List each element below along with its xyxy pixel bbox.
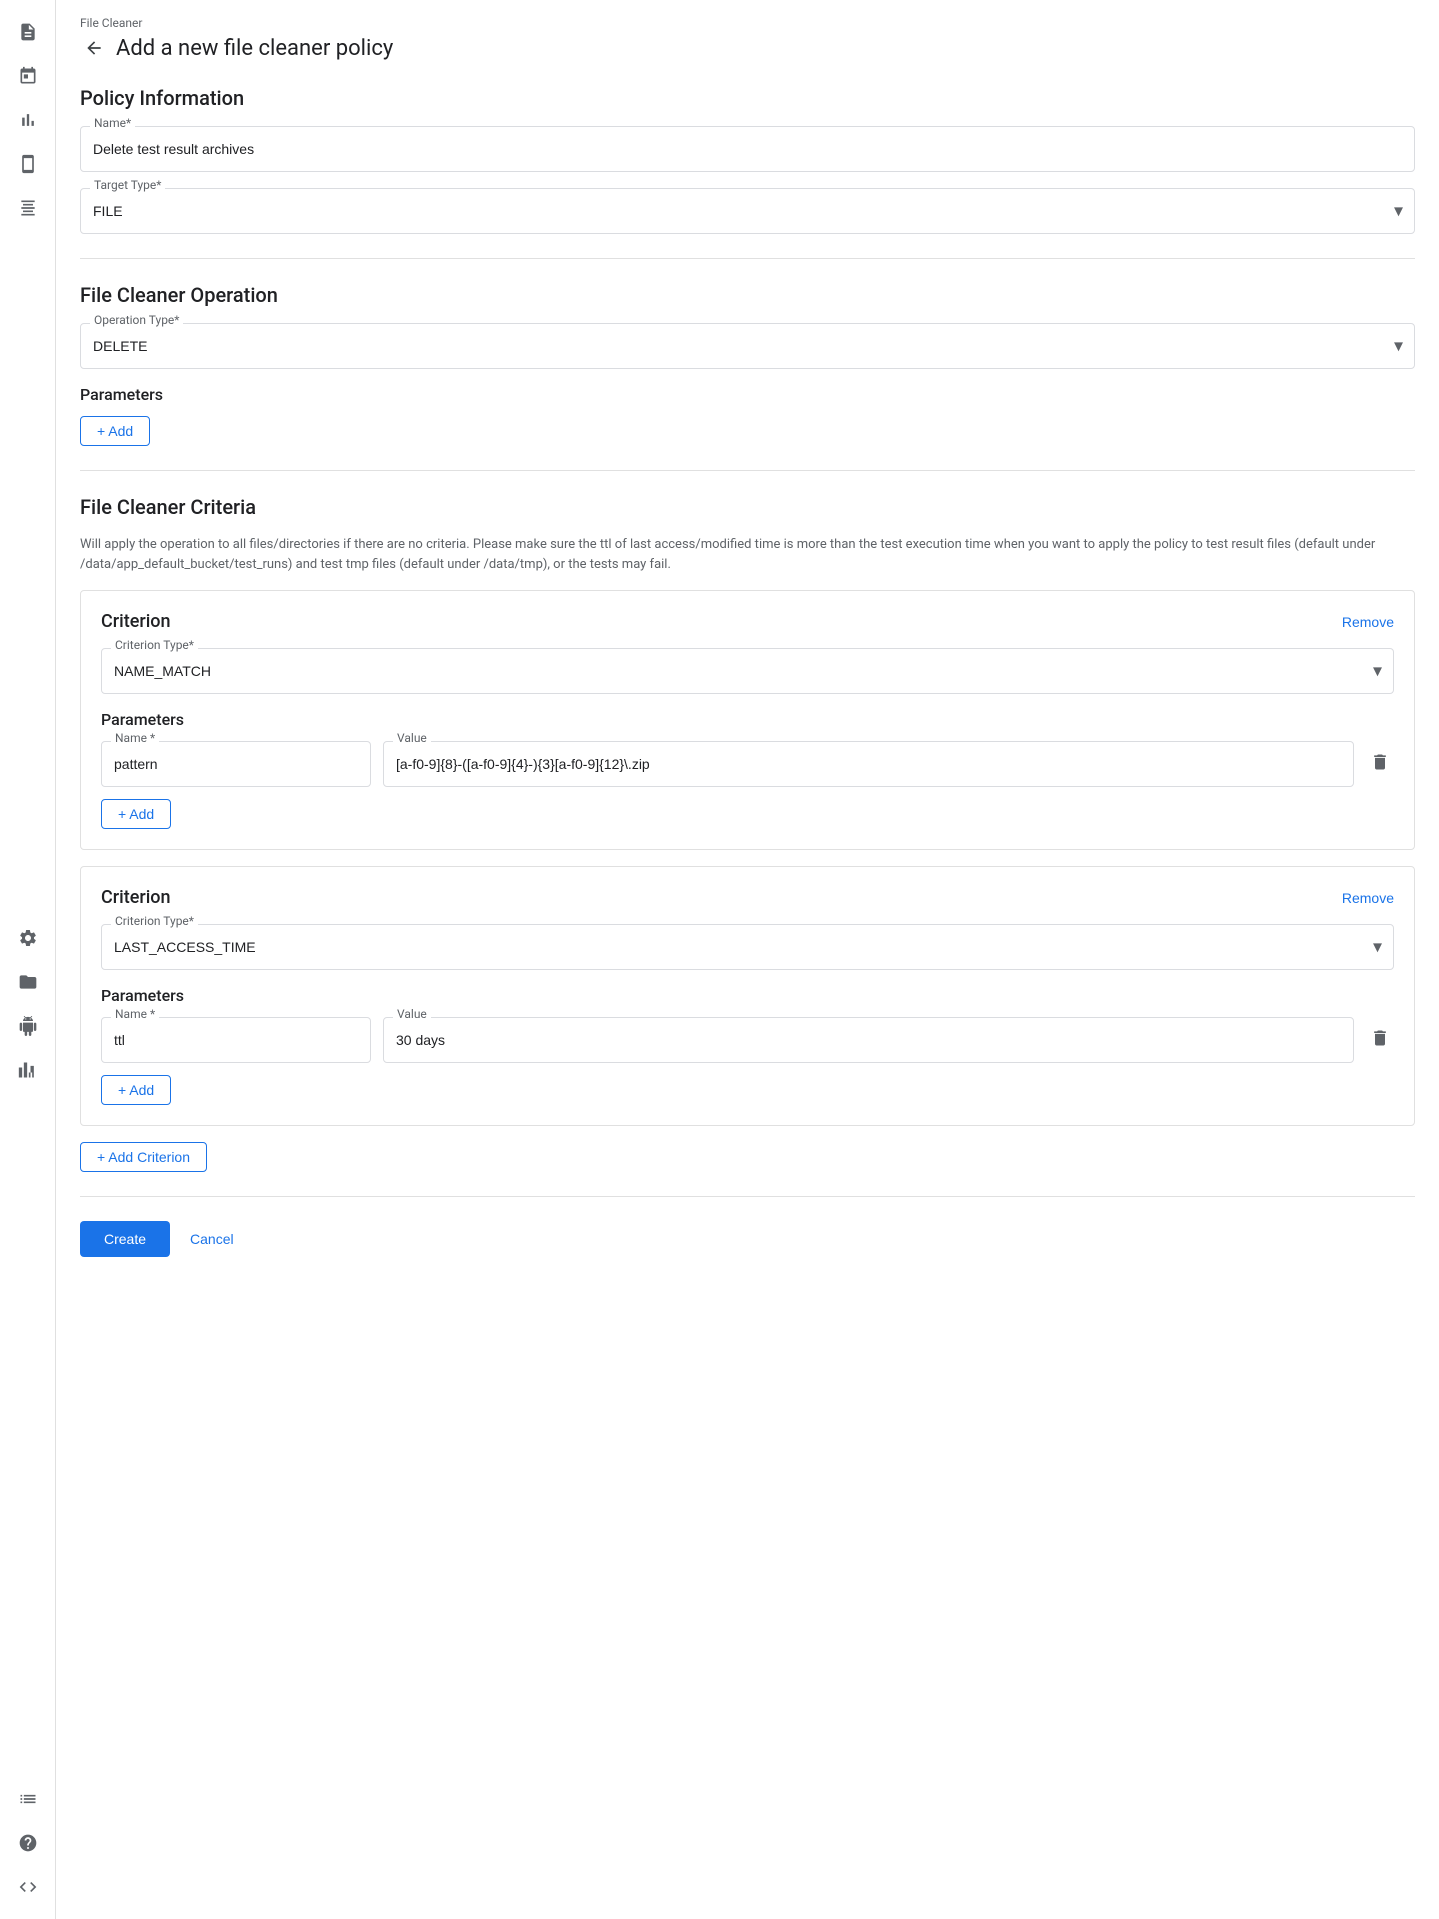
help-icon[interactable] (8, 1823, 48, 1863)
criterion-1-param-row-1: Name * Value (101, 741, 1394, 787)
criterion-2-type-field: Criterion Type* NAME_MATCH LAST_ACCESS_T… (101, 924, 1394, 970)
criterion-1-param-1-name-label: Name * (111, 731, 159, 745)
criterion-1-param-1-delete-icon[interactable] (1366, 748, 1394, 781)
document-icon[interactable] (8, 12, 48, 52)
server-icon[interactable] (8, 188, 48, 228)
breadcrumb: File Cleaner (80, 16, 1415, 30)
name-label: Name* (90, 116, 135, 130)
criterion-1-type-label: Criterion Type* (111, 638, 198, 652)
criterion-1-card: Criterion Remove Criterion Type* NAME_MA… (80, 590, 1415, 850)
criterion-1-type-field: Criterion Type* NAME_MATCH LAST_ACCESS_T… (101, 648, 1394, 694)
criterion-1-remove-button[interactable]: Remove (1342, 614, 1394, 630)
criterion-2-param-1-delete-icon[interactable] (1366, 1024, 1394, 1057)
sidebar (0, 0, 56, 1919)
page-header: File Cleaner Add a new file cleaner poli… (56, 0, 1439, 62)
target-type-label: Target Type* (90, 178, 165, 192)
criterion-1-params-title: Parameters (101, 710, 1394, 729)
criterion-2-params-title: Parameters (101, 986, 1394, 1005)
create-button[interactable]: Create (80, 1221, 170, 1257)
criterion-2-param-1-value-input[interactable] (383, 1017, 1354, 1063)
add-criterion-button[interactable]: + Add Criterion (80, 1142, 207, 1172)
list-icon[interactable] (8, 1779, 48, 1819)
settings-icon[interactable] (8, 918, 48, 958)
criteria-title: File Cleaner Criteria (80, 495, 1415, 519)
phone-icon[interactable] (8, 144, 48, 184)
criterion-2-title: Criterion (101, 887, 171, 908)
target-type-field: Target Type* FILE DIRECTORY ▾ (80, 188, 1415, 234)
operation-add-button[interactable]: + Add (80, 416, 150, 446)
criterion-1-add-button[interactable]: + Add (101, 799, 171, 829)
criterion-2-param-1-value-label: Value (393, 1007, 431, 1021)
android-icon[interactable] (8, 1006, 48, 1046)
target-type-select[interactable]: FILE DIRECTORY (80, 188, 1415, 234)
criteria-description: Will apply the operation to all files/di… (80, 535, 1415, 574)
criterion-1-type-select[interactable]: NAME_MATCH LAST_ACCESS_TIME LAST_MODIFIE… (101, 648, 1394, 694)
criterion-2-card: Criterion Remove Criterion Type* NAME_MA… (80, 866, 1415, 1126)
criterion-2-type-select[interactable]: NAME_MATCH LAST_ACCESS_TIME LAST_MODIFIE… (101, 924, 1394, 970)
criterion-1-param-1-value-label: Value (393, 731, 431, 745)
name-field: Name* (80, 126, 1415, 172)
criterion-1-param-1-name-input[interactable] (101, 741, 371, 787)
operation-type-label: Operation Type* (90, 313, 183, 327)
back-button[interactable] (80, 34, 108, 62)
code-icon[interactable] (8, 1867, 48, 1907)
main-content: File Cleaner Add a new file cleaner poli… (56, 0, 1439, 1919)
name-input[interactable] (80, 126, 1415, 172)
criterion-2-type-label: Criterion Type* (111, 914, 198, 928)
cancel-button[interactable]: Cancel (182, 1221, 242, 1257)
monitoring-icon[interactable] (8, 1050, 48, 1090)
operation-parameters-title: Parameters (80, 385, 1415, 404)
policy-info-title: Policy Information (80, 86, 1415, 110)
criterion-2-remove-button[interactable]: Remove (1342, 890, 1394, 906)
criterion-2-add-button[interactable]: + Add (101, 1075, 171, 1105)
criterion-2-param-row-1: Name * Value (101, 1017, 1394, 1063)
criterion-2-param-1-name-input[interactable] (101, 1017, 371, 1063)
folder-icon[interactable] (8, 962, 48, 1002)
criterion-1-param-1-value-input[interactable] (383, 741, 1354, 787)
page-title: Add a new file cleaner policy (116, 36, 393, 61)
operation-type-field: Operation Type* DELETE ARCHIVE ▾ (80, 323, 1415, 369)
operation-title: File Cleaner Operation (80, 283, 1415, 307)
content-area: Policy Information Name* Target Type* FI… (56, 86, 1439, 1297)
calendar-icon[interactable] (8, 56, 48, 96)
criterion-2-param-1-name-label: Name * (111, 1007, 159, 1021)
operation-type-select[interactable]: DELETE ARCHIVE (80, 323, 1415, 369)
criterion-1-title: Criterion (101, 611, 171, 632)
chart-icon[interactable] (8, 100, 48, 140)
